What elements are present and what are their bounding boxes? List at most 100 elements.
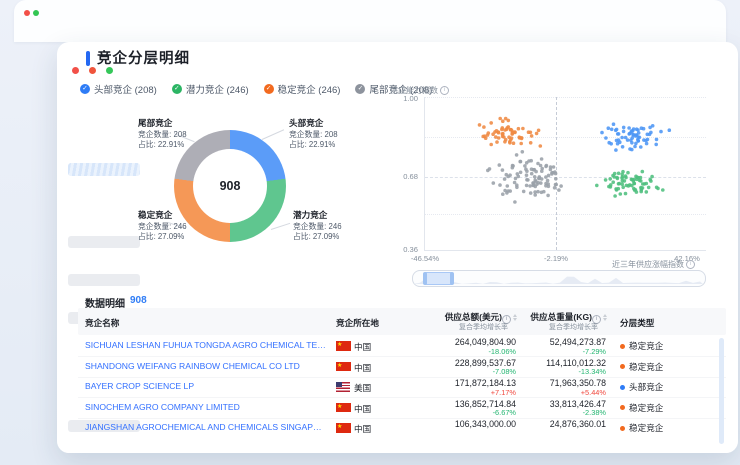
- scatter-point[interactable]: [645, 182, 649, 186]
- scatter-point[interactable]: [518, 160, 522, 164]
- scatter-point[interactable]: [508, 173, 512, 177]
- scatter-point[interactable]: [530, 134, 534, 138]
- scatter-point[interactable]: [546, 194, 550, 198]
- scatter-point[interactable]: [489, 143, 493, 147]
- window-close-icon[interactable]: [24, 10, 30, 16]
- company-link[interactable]: BAYER CROP SCIENCE LP: [85, 381, 194, 391]
- scatter-point[interactable]: [501, 119, 505, 123]
- scatter-point[interactable]: [622, 130, 626, 134]
- scatter-point[interactable]: [604, 178, 608, 182]
- info-icon[interactable]: i: [686, 260, 695, 269]
- scatter-point[interactable]: [502, 135, 506, 139]
- scatter-point[interactable]: [604, 136, 608, 140]
- col-header-type[interactable]: 分层类型: [620, 317, 654, 329]
- scatter-point[interactable]: [530, 172, 534, 176]
- scatter-point[interactable]: [637, 131, 641, 135]
- scatter-point[interactable]: [619, 192, 623, 196]
- scatter-point[interactable]: [651, 124, 655, 128]
- scatter-point[interactable]: [608, 177, 612, 181]
- table-row[interactable]: SICHUAN LESHAN FUHUA TONGDA AGRO CHEMICA…: [78, 336, 726, 357]
- slider-handle-right[interactable]: [450, 272, 454, 285]
- scatter-point[interactable]: [614, 148, 618, 152]
- scatter-point[interactable]: [639, 186, 643, 190]
- scatter-point[interactable]: [533, 175, 537, 179]
- scatter-point[interactable]: [531, 181, 535, 185]
- scatter-point[interactable]: [544, 182, 548, 186]
- scatter-point[interactable]: [495, 129, 499, 133]
- scatter-point[interactable]: [521, 127, 525, 131]
- window-zoom-icon[interactable]: [33, 10, 39, 16]
- scatter-point[interactable]: [515, 186, 519, 190]
- scatter-point[interactable]: [491, 132, 495, 136]
- scatter-point[interactable]: [644, 139, 648, 143]
- scatter-point[interactable]: [512, 141, 516, 145]
- scatter-point[interactable]: [519, 171, 523, 175]
- scatter-point[interactable]: [641, 170, 645, 174]
- scatter-point[interactable]: [609, 142, 613, 146]
- scatter-point[interactable]: [649, 131, 653, 135]
- table-row[interactable]: SHANDONG WEIFANG RAINBOW CHEMICAL CO LTD…: [78, 357, 726, 378]
- scatter-point[interactable]: [536, 190, 540, 194]
- scatter-point[interactable]: [547, 185, 551, 189]
- scatter-point[interactable]: [535, 132, 539, 136]
- scatter-point[interactable]: [630, 178, 634, 182]
- scatter-point[interactable]: [617, 138, 621, 142]
- scatter-point[interactable]: [624, 174, 628, 178]
- scatter-point[interactable]: [636, 138, 640, 142]
- scatter-point[interactable]: [521, 150, 525, 154]
- scatter-point[interactable]: [533, 193, 537, 197]
- scatter-point[interactable]: [627, 132, 631, 136]
- scatter-point[interactable]: [611, 174, 615, 178]
- scatter-point[interactable]: [513, 130, 517, 134]
- scatter-point[interactable]: [554, 177, 558, 181]
- scatter-point[interactable]: [613, 194, 617, 198]
- scatter-point[interactable]: [550, 172, 554, 176]
- scatter-point[interactable]: [507, 119, 511, 123]
- sidebar-item[interactable]: [68, 236, 140, 248]
- scatter-point[interactable]: [654, 143, 658, 147]
- scatter-point[interactable]: [620, 136, 624, 140]
- scatter-point[interactable]: [620, 176, 624, 180]
- scatter-point[interactable]: [498, 117, 502, 121]
- company-link[interactable]: JIANGSHAN AGROCHEMICAL AND CHEMICALS SIN…: [85, 422, 327, 432]
- scatter-point[interactable]: [557, 188, 561, 192]
- scatter-point[interactable]: [488, 167, 492, 171]
- scatter-point[interactable]: [630, 136, 634, 140]
- scatter-point[interactable]: [645, 142, 649, 146]
- legend-item[interactable]: ✓头部竞企 (208): [80, 82, 157, 96]
- scatter-point[interactable]: [595, 184, 599, 188]
- scatter-point[interactable]: [642, 127, 646, 131]
- company-link[interactable]: SHANDONG WEIFANG RAINBOW CHEMICAL CO LTD: [85, 361, 300, 371]
- scatter-point[interactable]: [634, 142, 638, 146]
- scatter-point[interactable]: [552, 165, 556, 169]
- col-header-location[interactable]: 竞企所在地: [336, 317, 379, 329]
- window-close-icon[interactable]: [72, 67, 79, 74]
- scatter-point[interactable]: [492, 181, 496, 185]
- scatter-point[interactable]: [498, 163, 502, 167]
- scatter-point[interactable]: [513, 181, 517, 185]
- col-header-name[interactable]: 竞企名称: [85, 317, 119, 329]
- company-link[interactable]: SICHUAN LESHAN FUHUA TONGDA AGRO CHEMICA…: [85, 340, 327, 350]
- scatter-point[interactable]: [545, 164, 549, 168]
- scatter-point[interactable]: [506, 189, 510, 193]
- scatter-point[interactable]: [525, 184, 529, 188]
- data-zoom-slider[interactable]: [412, 270, 706, 287]
- scatter-point[interactable]: [630, 148, 634, 152]
- scatter-point[interactable]: [621, 145, 625, 149]
- scatter-point[interactable]: [600, 131, 604, 135]
- scatter-point[interactable]: [501, 192, 505, 196]
- table-scrollbar[interactable]: [719, 338, 724, 444]
- scatter-point[interactable]: [616, 177, 620, 181]
- scatter-point[interactable]: [607, 126, 611, 130]
- scatter-point[interactable]: [624, 192, 628, 196]
- scatter-point[interactable]: [630, 141, 634, 145]
- scatter-point[interactable]: [540, 169, 544, 173]
- scatter-point[interactable]: [655, 186, 659, 190]
- sort-icon[interactable]: [603, 314, 607, 321]
- window-maximize-icon[interactable]: [106, 67, 113, 74]
- scatter-point[interactable]: [503, 140, 507, 144]
- company-link[interactable]: SINOCHEM AGRO COMPANY LIMITED: [85, 402, 240, 412]
- scatter-point[interactable]: [609, 185, 613, 189]
- scatter-point[interactable]: [522, 190, 526, 194]
- scatter-point[interactable]: [501, 168, 505, 172]
